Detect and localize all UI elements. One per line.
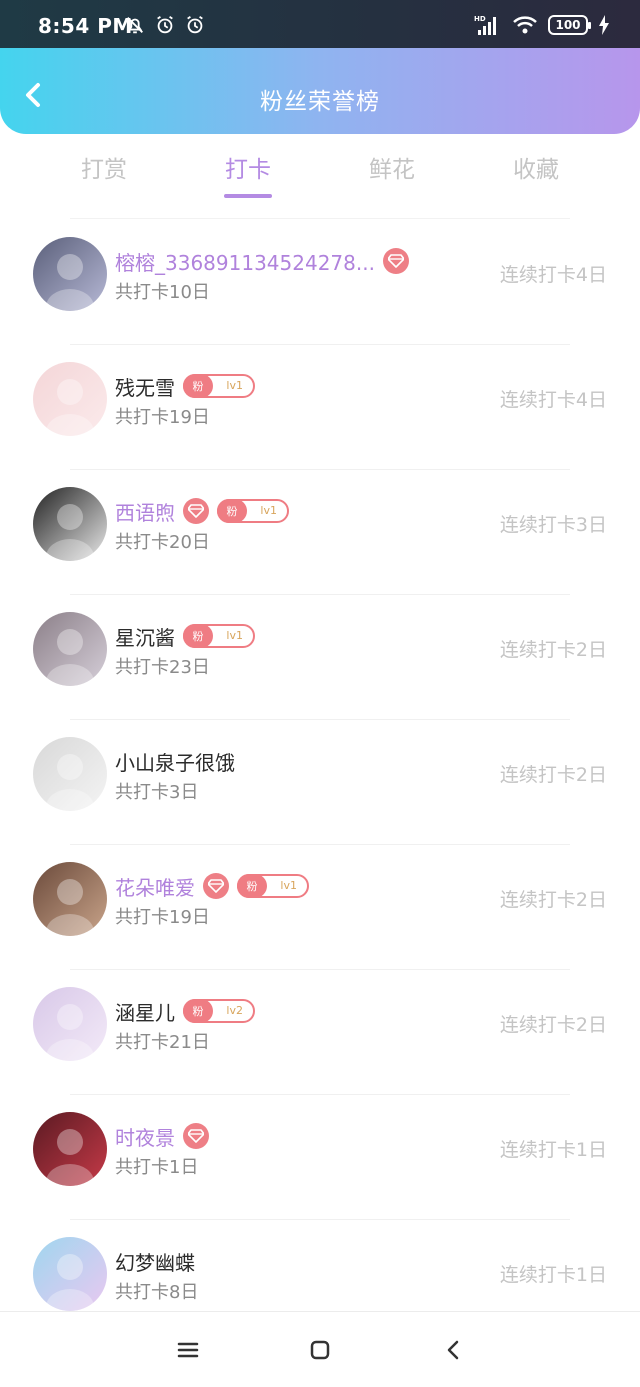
username: 涵星儿 [115,1000,175,1025]
back-icon[interactable] [440,1336,468,1364]
streak-checkins: 连续打卡2日 [499,1014,607,1036]
list-item[interactable]: 西语煦 粉 lv1 共打卡20日 连续打卡3日 [0,470,640,595]
streak-checkins: 连续打卡1日 [499,1139,607,1161]
wifi-icon [513,16,537,34]
username: 幻梦幽蝶 [115,1250,195,1275]
total-checkins: 共打卡1日 [115,1157,199,1178]
page-title: 粉丝荣誉榜 [260,89,380,115]
fan-badge-level: lv1 [260,504,277,517]
fan-level-badge: 粉 lv1 [217,499,289,523]
username: 小山泉子很饿 [115,750,235,775]
tab-checkin[interactable]: 打卡 [188,150,308,184]
fan-badge-label: 粉 [237,874,267,898]
streak-checkins: 连续打卡2日 [499,639,607,661]
fan-badge-level: lv1 [226,629,243,642]
fan-level-badge: 粉 lv2 [183,999,255,1023]
total-checkins: 共打卡10日 [115,282,210,303]
status-bar: 8:54 PM HD 100 [0,0,640,48]
total-checkins: 共打卡19日 [115,407,210,428]
avatar[interactable] [33,487,107,561]
hd-label: HD [474,15,486,23]
username: 榕榕_336891134524278... [115,250,375,275]
signal-icon: HD [474,15,496,35]
streak-checkins: 连续打卡2日 [499,889,607,911]
fan-badge-label: 粉 [183,624,213,648]
fan-badge-level: lv1 [280,879,297,892]
fan-badge-label: 粉 [183,999,213,1023]
username: 残无雪 [115,375,175,400]
username: 花朵唯爱 [115,875,195,900]
tab-favorites[interactable]: 收藏 [476,150,596,184]
list-item[interactable]: 花朵唯爱 粉 lv1 共打卡19日 连续打卡2日 [0,845,640,970]
menu-icon[interactable] [174,1336,202,1364]
diamond-icon [183,1123,209,1149]
system-nav-bar [0,1311,640,1387]
charging-icon [599,15,609,35]
total-checkins: 共打卡3日 [115,782,199,803]
username: 星沉酱 [115,625,175,650]
avatar[interactable] [33,362,107,436]
battery-indicator: 100 [548,15,591,35]
fan-level-badge: 粉 lv1 [237,874,309,898]
avatar[interactable] [33,1237,107,1311]
fan-badge-level: lv2 [226,1004,243,1017]
streak-checkins: 连续打卡4日 [499,389,607,411]
list-item[interactable]: 残无雪粉 lv1 共打卡19日 连续打卡4日 [0,345,640,470]
avatar[interactable] [33,1112,107,1186]
home-icon[interactable] [306,1336,334,1364]
fan-level-badge: 粉 lv1 [183,374,255,398]
tab-active-indicator [224,194,272,198]
divider [70,218,570,219]
mute-bell-icon [127,17,143,34]
diamond-icon [203,873,229,899]
streak-checkins: 连续打卡3日 [499,514,607,536]
streak-checkins: 连续打卡1日 [499,1264,607,1286]
tab-flowers[interactable]: 鲜花 [332,150,452,184]
streak-checkins: 连续打卡2日 [499,764,607,786]
diamond-icon [183,498,209,524]
alarm-icon [157,15,173,34]
total-checkins: 共打卡8日 [115,1282,199,1303]
list-item[interactable]: 星沉酱粉 lv1 共打卡23日 连续打卡2日 [0,595,640,720]
avatar[interactable] [33,237,107,311]
fan-badge-level: lv1 [226,379,243,392]
tab-bar: 打赏 打卡 鲜花 收藏 [0,150,640,210]
diamond-icon [382,248,409,274]
username: 时夜景 [115,1125,175,1150]
avatar[interactable] [33,612,107,686]
battery-level: 100 [555,18,581,32]
total-checkins: 共打卡23日 [115,657,210,678]
total-checkins: 共打卡20日 [115,532,210,553]
status-time: 8:54 PM [38,14,133,38]
alarm-icon-secondary [187,15,203,34]
fan-badge-label: 粉 [217,499,247,523]
total-checkins: 共打卡21日 [115,1032,210,1053]
list-item[interactable]: 榕榕_336891134524278... 共打卡10日 连续打卡4日 [0,220,640,345]
avatar[interactable] [33,862,107,936]
fan-badge-label: 粉 [183,374,213,398]
avatar[interactable] [33,737,107,811]
fan-level-badge: 粉 lv1 [183,624,255,648]
username: 西语煦 [115,500,175,525]
streak-checkins: 连续打卡4日 [499,264,607,286]
tab-reward[interactable]: 打赏 [44,150,164,184]
list-item[interactable]: 涵星儿粉 lv2 共打卡21日 连续打卡2日 [0,970,640,1095]
list-item[interactable]: 小山泉子很饿共打卡3日 连续打卡2日 [0,720,640,845]
list-item[interactable]: 时夜景共打卡1日 连续打卡1日 [0,1095,640,1220]
total-checkins: 共打卡19日 [115,907,210,928]
avatar[interactable] [33,987,107,1061]
